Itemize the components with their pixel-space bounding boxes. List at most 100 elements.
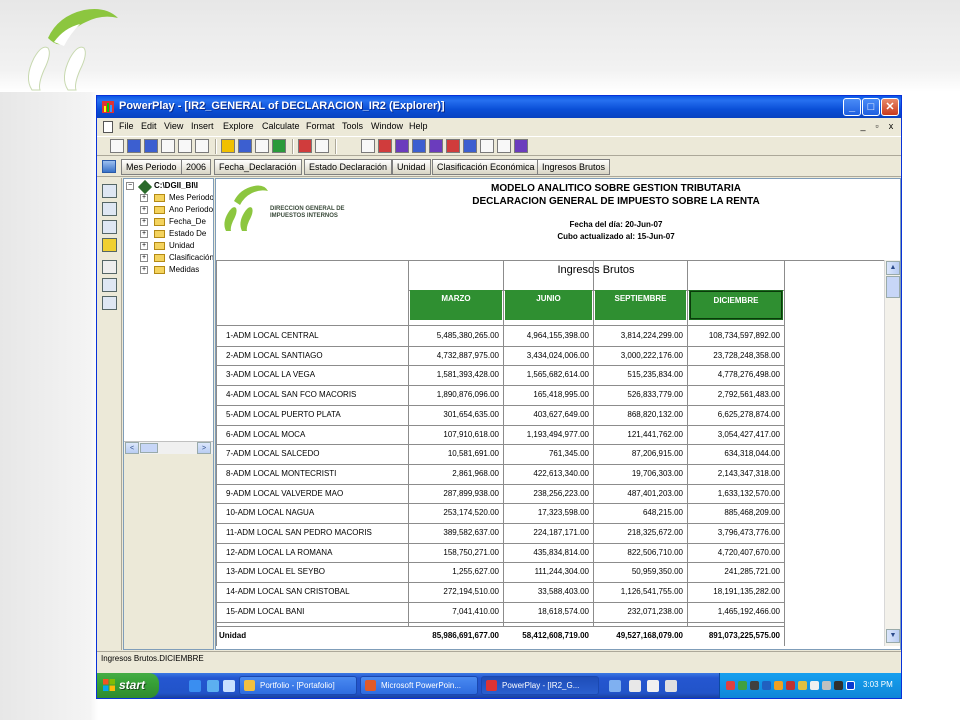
row-label[interactable]: 6-ADM LOCAL MOCA bbox=[226, 430, 305, 439]
table-cell[interactable]: 18,191,135,282.00 bbox=[687, 587, 780, 596]
table-cell[interactable]: 241,285,721.00 bbox=[687, 567, 780, 576]
save-icon[interactable] bbox=[144, 139, 158, 153]
table-cell[interactable]: 2,792,561,483.00 bbox=[687, 390, 780, 399]
row-label[interactable]: 10-ADM LOCAL NAGUA bbox=[226, 508, 314, 517]
menu-tools[interactable]: Tools bbox=[342, 121, 363, 131]
table-cell[interactable]: 5,485,380,265.00 bbox=[408, 331, 499, 340]
scroll-up-arrow-icon[interactable]: ▲ bbox=[886, 261, 900, 275]
undo-icon[interactable] bbox=[195, 139, 209, 153]
dimension-estado-declaracion[interactable]: Estado Declaración bbox=[304, 159, 393, 175]
table-cell[interactable]: 3,000,222,176.00 bbox=[593, 351, 683, 360]
row-label[interactable]: 13-ADM LOCAL EL SEYBO bbox=[226, 567, 325, 576]
row-label[interactable]: 14-ADM LOCAL SAN CRISTOBAL bbox=[226, 587, 350, 596]
table-cell[interactable]: 2,861,968.00 bbox=[408, 469, 499, 478]
table-cell[interactable]: 4,732,887,975.00 bbox=[408, 351, 499, 360]
task-portfolio[interactable]: Portfolio - [Portafolio] bbox=[239, 676, 357, 695]
table-cell[interactable]: 17,323,598.00 bbox=[503, 508, 589, 517]
mdi-restore-button[interactable]: ▫ bbox=[871, 121, 883, 131]
table-cell[interactable]: 107,910,618.00 bbox=[408, 430, 499, 439]
menu-explore[interactable]: Explore bbox=[223, 121, 254, 131]
menu-window[interactable]: Window bbox=[371, 121, 403, 131]
expand-icon[interactable]: + bbox=[140, 206, 148, 214]
tray-misc-icon[interactable] bbox=[665, 680, 677, 692]
table-cell[interactable]: 3,814,224,299.00 bbox=[593, 331, 683, 340]
scroll-thumb[interactable] bbox=[140, 443, 158, 453]
table-cell[interactable]: 4,778,276,498.00 bbox=[687, 370, 780, 379]
menu-view[interactable]: View bbox=[164, 121, 183, 131]
document-icon[interactable] bbox=[103, 121, 113, 133]
total-cell[interactable]: 891,073,225,575.00 bbox=[687, 631, 780, 640]
row-label[interactable]: 4-ADM LOCAL SAN FCO MACORIS bbox=[226, 390, 356, 399]
filter-funnel-icon[interactable] bbox=[102, 238, 117, 252]
table-cell[interactable]: 761,345.00 bbox=[503, 449, 589, 458]
tree-node-estado-declaracion[interactable]: + Estado De bbox=[124, 228, 213, 240]
menu-calculate[interactable]: Calculate bbox=[262, 121, 300, 131]
table-cell[interactable]: 487,401,203.00 bbox=[593, 489, 683, 498]
menu-format[interactable]: Format bbox=[306, 121, 335, 131]
scroll-right-arrow-icon[interactable]: > bbox=[197, 442, 211, 454]
table-cell[interactable]: 1,255,627.00 bbox=[408, 567, 499, 576]
table-cell[interactable]: 272,194,510.00 bbox=[408, 587, 499, 596]
print-preview-icon[interactable] bbox=[178, 139, 192, 153]
table-cell[interactable]: 422,613,340.00 bbox=[503, 469, 589, 478]
total-cell[interactable]: 85,986,691,677.00 bbox=[408, 631, 499, 640]
table-cell[interactable]: 121,441,762.00 bbox=[593, 430, 683, 439]
minimize-button[interactable]: _ bbox=[843, 98, 861, 116]
row-label[interactable]: 11-ADM LOCAL SAN PEDRO MACORIS bbox=[226, 528, 372, 537]
tray-icon[interactable] bbox=[822, 681, 831, 690]
table-cell[interactable]: 50,959,350.00 bbox=[593, 567, 683, 576]
swap-rows-columns-icon[interactable] bbox=[272, 139, 286, 153]
report-vertical-scrollbar[interactable]: ▲ ▼ bbox=[884, 260, 900, 646]
menu-edit[interactable]: Edit bbox=[141, 121, 157, 131]
table-cell[interactable]: 822,506,710.00 bbox=[593, 548, 683, 557]
tree-horizontal-scrollbar[interactable]: < > bbox=[124, 441, 213, 454]
table-cell[interactable]: 1,193,494,977.00 bbox=[503, 430, 589, 439]
play-icon[interactable] bbox=[846, 681, 855, 690]
row-label[interactable]: 5-ADM LOCAL PUERTO PLATA bbox=[226, 410, 341, 419]
bluetooth-icon[interactable] bbox=[762, 681, 771, 690]
tray-icon[interactable] bbox=[786, 681, 795, 690]
table-cell[interactable]: 403,627,649.00 bbox=[503, 410, 589, 419]
dimension-fecha-declaracion[interactable]: Fecha_Declaración bbox=[214, 159, 302, 175]
table-cell[interactable]: 435,834,814.00 bbox=[503, 548, 589, 557]
dimension-ingresos-brutos[interactable]: Ingresos Brutos bbox=[537, 159, 611, 175]
close-button[interactable]: ✕ bbox=[881, 98, 899, 116]
bar-chart-icon[interactable] bbox=[412, 139, 426, 153]
expand-icon[interactable]: + bbox=[140, 194, 148, 202]
expand-icon[interactable]: + bbox=[140, 266, 148, 274]
mdi-minimize-button[interactable]: _ bbox=[857, 121, 869, 131]
tray-icon[interactable] bbox=[750, 681, 759, 690]
dimension-ano-periodo[interactable]: 2006 bbox=[181, 159, 212, 175]
table-cell[interactable]: 1,565,682,614.00 bbox=[503, 370, 589, 379]
table-cell[interactable]: 634,318,044.00 bbox=[687, 449, 780, 458]
table-cell[interactable]: 158,750,271.00 bbox=[408, 548, 499, 557]
multiline-chart-icon[interactable] bbox=[463, 139, 477, 153]
column-header[interactable]: DICIEMBRE bbox=[689, 290, 783, 320]
expand-icon[interactable]: + bbox=[140, 218, 148, 226]
dimension-mes-periodo[interactable]: Mes Periodo bbox=[121, 159, 182, 175]
row-label[interactable]: 1-ADM LOCAL CENTRAL bbox=[226, 331, 319, 340]
table-cell[interactable]: 3,796,473,776.00 bbox=[687, 528, 780, 537]
total-row-label[interactable]: Unidad bbox=[219, 631, 246, 640]
table-cell[interactable]: 253,174,520.00 bbox=[408, 508, 499, 517]
tray-icon[interactable] bbox=[810, 681, 819, 690]
tray-tool-icon[interactable] bbox=[609, 680, 621, 692]
table-cell[interactable]: 87,206,915.00 bbox=[593, 449, 683, 458]
table-cell[interactable]: 287,899,938.00 bbox=[408, 489, 499, 498]
column-header[interactable]: JUNIO bbox=[505, 290, 592, 320]
table-cell[interactable]: 10,581,691.00 bbox=[408, 449, 499, 458]
tray-doc-icon[interactable] bbox=[629, 680, 641, 692]
table-cell[interactable]: 301,654,635.00 bbox=[408, 410, 499, 419]
percent-icon[interactable] bbox=[102, 260, 117, 274]
tree-node-unidad[interactable]: + Unidad bbox=[124, 240, 213, 252]
row-label[interactable]: 3-ADM LOCAL LA VEGA bbox=[226, 370, 315, 379]
scroll-down-arrow-icon[interactable]: ▼ bbox=[886, 629, 900, 643]
clustered-bar-icon[interactable] bbox=[429, 139, 443, 153]
table-cell[interactable]: 1,890,876,096.00 bbox=[408, 390, 499, 399]
row-label[interactable]: 9-ADM LOCAL VALVERDE MAO bbox=[226, 489, 343, 498]
maximize-button[interactable]: □ bbox=[862, 98, 880, 116]
tree-node-medidas[interactable]: + Medidas bbox=[124, 264, 213, 276]
table-cell[interactable]: 885,468,209.00 bbox=[687, 508, 780, 517]
table-cell[interactable]: 224,187,171.00 bbox=[503, 528, 589, 537]
table-cell[interactable]: 165,418,995.00 bbox=[503, 390, 589, 399]
